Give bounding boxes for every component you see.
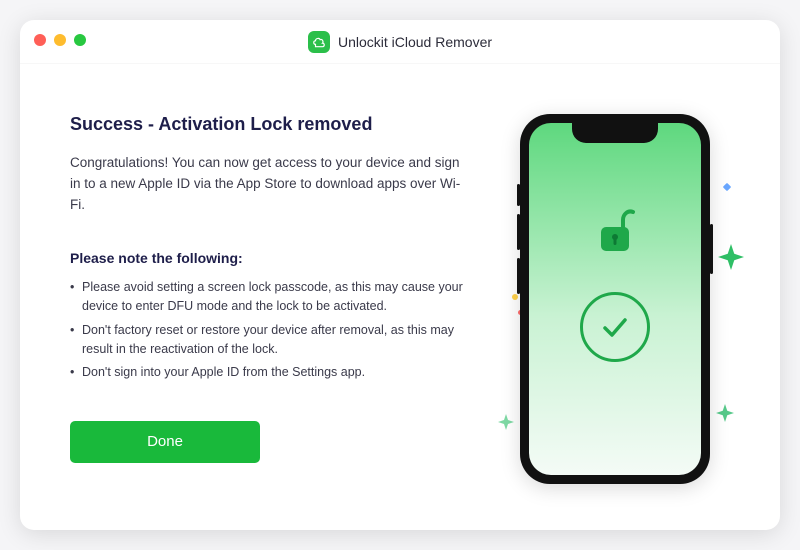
phone-button-icon bbox=[517, 184, 520, 206]
maximize-icon[interactable] bbox=[74, 34, 86, 46]
app-window: Unlockit iCloud Remover Success - Activa… bbox=[20, 20, 780, 530]
confetti-icon bbox=[512, 294, 518, 300]
unlock-icon bbox=[593, 207, 637, 262]
sparkle-icon bbox=[716, 404, 734, 422]
app-title: Unlockit iCloud Remover bbox=[338, 34, 492, 50]
confetti-icon bbox=[723, 183, 731, 191]
sparkle-icon bbox=[718, 244, 744, 270]
success-check-icon bbox=[580, 292, 650, 362]
done-button[interactable]: Done bbox=[70, 421, 260, 463]
page-title: Success - Activation Lock removed bbox=[70, 114, 470, 135]
notes-heading: Please note the following: bbox=[70, 250, 470, 266]
notes-list: Please avoid setting a screen lock passc… bbox=[70, 278, 470, 387]
message-panel: Success - Activation Lock removed Congra… bbox=[70, 114, 470, 490]
list-item: Don't factory reset or restore your devi… bbox=[70, 321, 470, 360]
app-logo-icon bbox=[308, 31, 330, 53]
phone-button-icon bbox=[517, 214, 520, 250]
phone-button-icon bbox=[517, 258, 520, 294]
content-area: Success - Activation Lock removed Congra… bbox=[20, 64, 780, 530]
success-message: Congratulations! You can now get access … bbox=[70, 153, 470, 216]
list-item: Please avoid setting a screen lock passc… bbox=[70, 278, 470, 317]
titlebar: Unlockit iCloud Remover bbox=[20, 20, 780, 64]
close-icon[interactable] bbox=[34, 34, 46, 46]
window-controls bbox=[34, 34, 86, 46]
phone-illustration bbox=[520, 114, 710, 484]
phone-notch-icon bbox=[572, 123, 658, 143]
phone-screen bbox=[529, 123, 701, 475]
illustration-panel bbox=[490, 114, 740, 490]
sparkle-icon bbox=[498, 414, 514, 430]
phone-button-icon bbox=[710, 224, 713, 274]
minimize-icon[interactable] bbox=[54, 34, 66, 46]
app-title-group: Unlockit iCloud Remover bbox=[308, 31, 492, 53]
list-item: Don't sign into your Apple ID from the S… bbox=[70, 363, 470, 382]
